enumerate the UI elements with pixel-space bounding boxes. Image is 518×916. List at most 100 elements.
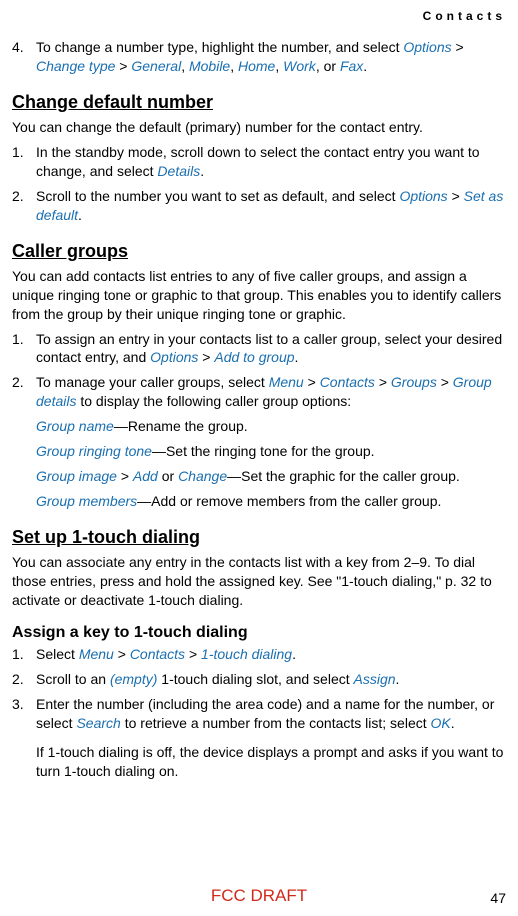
sep: > [304,374,320,390]
caller-groups-steps: 1. To assign an entry in your contacts l… [12,330,506,412]
sep: > [117,468,133,484]
header-contacts: Contacts [423,8,506,24]
contacts-link: Contacts [320,374,375,390]
group-members-option: Group members—Add or remove members from… [36,492,506,511]
text: . [78,207,82,223]
text: . [200,163,204,179]
list-item: 2. Scroll to an (empty) 1-touch dialing … [12,670,506,689]
text: 1-touch dialing slot, and select [157,671,353,687]
group-image-option: Group image > Add or Change—Set the grap… [36,467,506,486]
change-default-intro: You can change the default (primary) num… [12,118,506,137]
sep: > [448,188,464,204]
menu-link: Menu [79,646,114,662]
body: To assign an entry in your contacts list… [36,330,506,368]
text: —Set the graphic for the caller group. [227,468,460,484]
num: 3. [12,695,36,781]
options-link: Options [399,188,447,204]
text: to retrieve a number from the contacts l… [121,715,431,731]
step4-item: 4. To change a number type, highlight th… [12,38,506,76]
num: 2. [12,670,36,689]
text: To change a number type, highlight the n… [36,39,403,55]
num: 1. [12,143,36,181]
list-item: 2. Scroll to the number you want to set … [12,187,506,225]
body: Scroll to the number you want to set as … [36,187,506,225]
body: Select Menu > Contacts > 1-touch dialing… [36,645,506,664]
text: —Set the ringing tone for the group. [152,443,375,459]
addtogroup-link: Add to group [214,349,294,365]
caller-groups-intro: You can add contacts list entries to any… [12,267,506,324]
text: to display the following caller group op… [76,393,351,409]
change-link: Change [178,468,227,484]
groupringing-link: Group ringing tone [36,443,152,459]
ok-link: OK [431,715,451,731]
step4-body: To change a number type, highlight the n… [36,38,506,76]
sep: > [452,39,464,55]
body: Scroll to an (empty) 1-touch dialing slo… [36,670,506,689]
group-name-option: Group name—Rename the group. [36,417,506,436]
text: . [451,715,455,731]
add-link: Add [133,468,158,484]
text: , [230,58,238,74]
sep: > [437,374,453,390]
onetouch-link: 1-touch dialing [201,646,292,662]
onetouch-note: If 1-touch dialing is off, the device di… [36,743,506,781]
list-item: 1. To assign an entry in your contacts l… [12,330,506,368]
onetouch-intro: You can associate any entry in the conta… [12,553,506,610]
footer-page-number: 47 [490,889,506,908]
mobile-link: Mobile [189,58,230,74]
groupname-link: Group name [36,418,114,434]
work-link: Work [283,58,316,74]
change-default-steps: 1. In the standby mode, scroll down to s… [12,143,506,225]
text: —Add or remove members from the caller g… [137,493,441,509]
onetouch-heading: Set up 1-touch dialing [12,525,506,549]
list-item: 1. In the standby mode, scroll down to s… [12,143,506,181]
groupimage-link: Group image [36,468,117,484]
fax-link: Fax [340,58,363,74]
step4-num: 4. [12,38,36,76]
footer-draft: FCC DRAFT [211,885,307,908]
options-link: Options [403,39,451,55]
sep: > [375,374,391,390]
groups-link: Groups [391,374,437,390]
body: To manage your caller groups, select Men… [36,373,506,411]
home-link: Home [238,58,275,74]
text: , [181,58,189,74]
text: —Rename the group. [114,418,248,434]
text: Scroll to the number you want to set as … [36,188,399,204]
text: . [396,671,400,687]
text: To manage your caller groups, select [36,374,269,390]
list-item: 2. To manage your caller groups, select … [12,373,506,411]
general-link: General [131,58,181,74]
text: , or [316,58,340,74]
page-content: 4. To change a number type, highlight th… [12,38,506,781]
group-ringing-option: Group ringing tone—Set the ringing tone … [36,442,506,461]
text: . [295,349,299,365]
text: In the standby mode, scroll down to sele… [36,144,480,179]
menu-link: Menu [269,374,304,390]
list-item: 1. Select Menu > Contacts > 1-touch dial… [12,645,506,664]
num: 1. [12,645,36,664]
changetype-link: Change type [36,58,115,74]
search-link: Search [76,715,120,731]
assign-link: Assign [354,671,396,687]
sep: > [114,646,130,662]
groupmembers-link: Group members [36,493,137,509]
text: Select [36,646,79,662]
sep: > [185,646,201,662]
list-item: 3. Enter the number (including the area … [12,695,506,781]
contacts-link: Contacts [130,646,185,662]
sep: > [115,58,131,74]
options-link: Options [150,349,198,365]
body: In the standby mode, scroll down to sele… [36,143,506,181]
sep: > [198,349,214,365]
num: 2. [12,187,36,225]
text: , [275,58,283,74]
assign-key-heading: Assign a key to 1-touch dialing [12,622,506,644]
text: . [363,58,367,74]
text: . [292,646,296,662]
details-link: Details [157,163,200,179]
caller-groups-heading: Caller groups [12,239,506,263]
change-default-heading: Change default number [12,90,506,114]
body: Enter the number (including the area cod… [36,695,506,781]
text: Scroll to an [36,671,110,687]
